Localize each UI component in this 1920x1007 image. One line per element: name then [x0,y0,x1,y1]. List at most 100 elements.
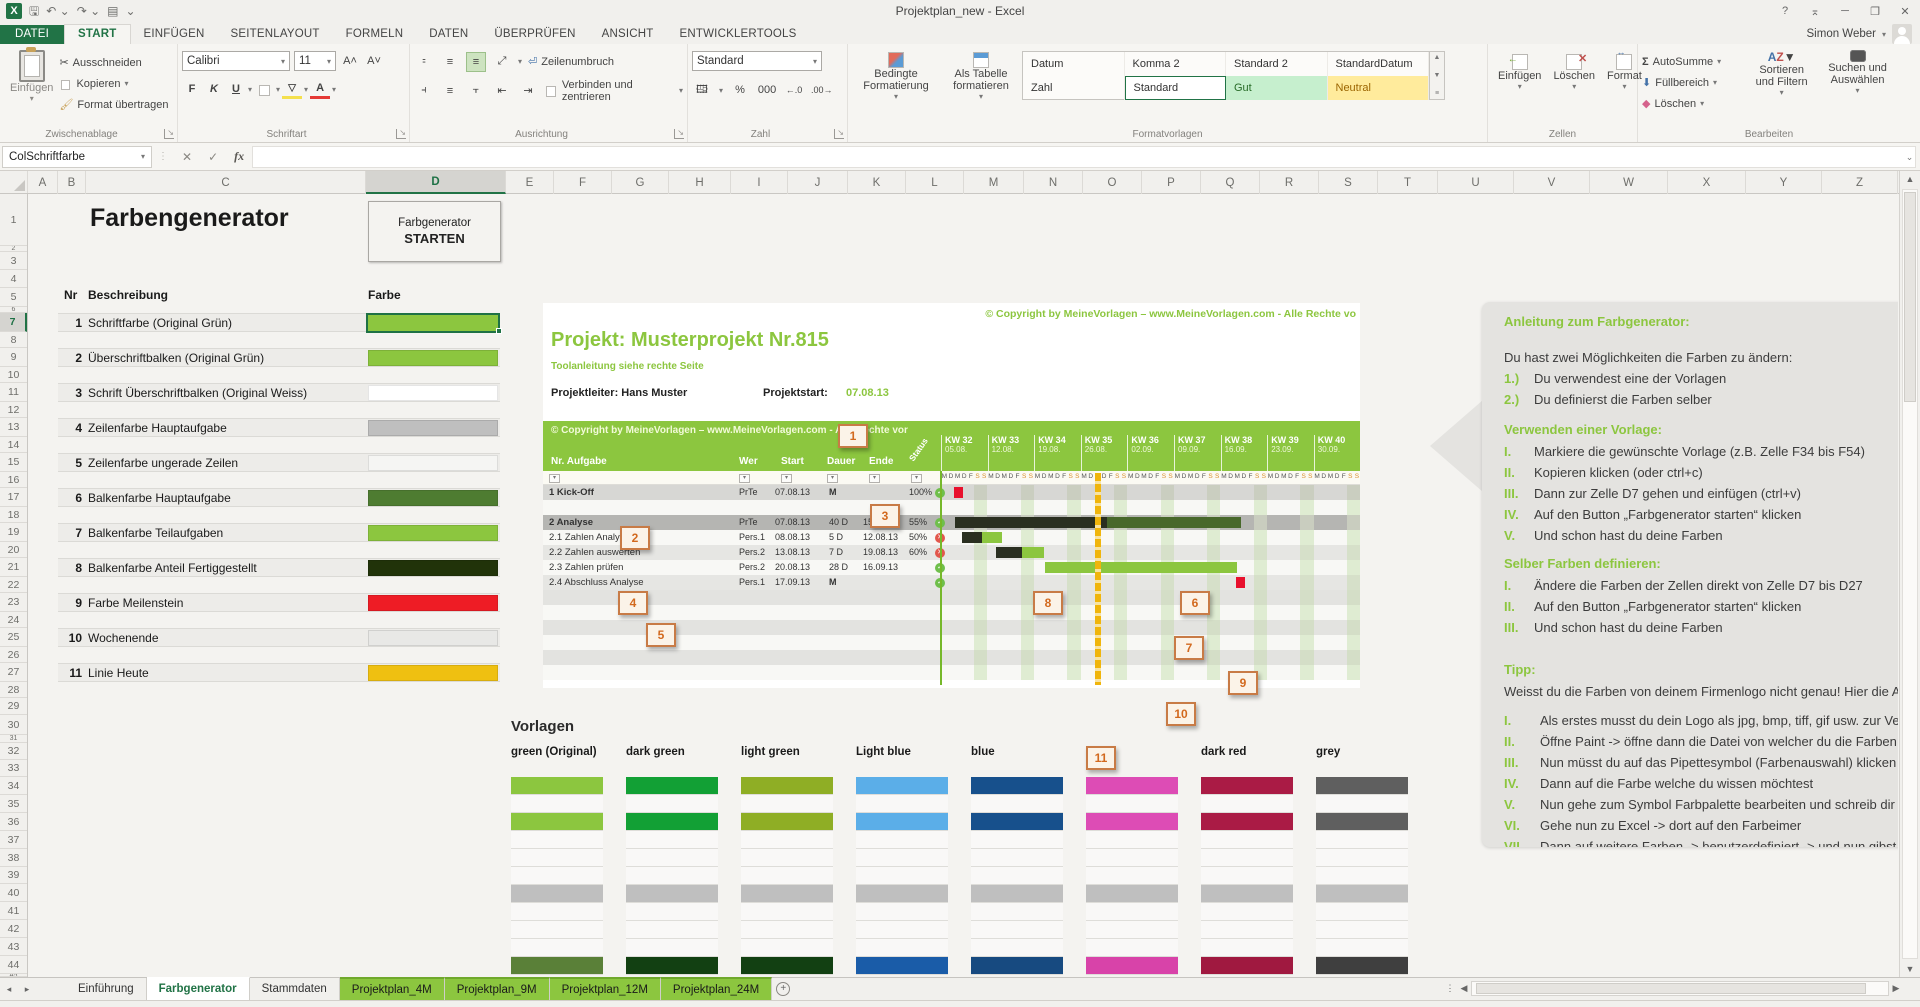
tab-scroll-right-icon[interactable]: ▸ [18,978,36,1000]
cell-style-neutral[interactable]: Neutral [1328,76,1430,100]
vorlage-swatch[interactable] [511,849,603,867]
sheet-tab-farbgenerator[interactable]: Farbgenerator [147,977,250,1000]
vorlage-swatch[interactable] [971,795,1063,813]
row-header-8[interactable]: 8 [0,332,27,348]
vorlage-swatch[interactable] [1316,867,1408,885]
vorlage-swatch[interactable] [1086,795,1178,813]
fill-color-button[interactable]: 🜄 [282,79,302,99]
row-header-16[interactable]: 16 [0,472,27,488]
color-swatch-cell[interactable] [368,315,498,331]
ribbon-display-button[interactable]: ⌅ [1800,0,1830,22]
vorlage-swatch[interactable] [1316,777,1408,795]
vorlage-swatch[interactable] [1316,795,1408,813]
row-header-26[interactable]: 26 [0,647,27,663]
ribbon-tab-formeln[interactable]: FORMELN [333,25,417,44]
row-header-12[interactable]: 12 [0,402,27,418]
vorlage-swatch[interactable] [511,957,603,975]
wrap-text-button[interactable]: ⏎Zeilenumbruch [528,51,614,72]
color-swatch-cell[interactable] [368,595,498,611]
sheet-tab-einführung[interactable]: Einführung [66,978,147,1000]
vorlage-swatch[interactable] [856,813,948,831]
vorlage-swatch[interactable] [741,939,833,957]
row-header-21[interactable]: 21 [0,558,27,577]
color-swatch-cell[interactable] [368,420,498,436]
insert-function-icon[interactable]: fx [226,149,252,164]
scroll-down-icon[interactable]: ▼ [1900,961,1920,977]
vorlage-swatch[interactable] [1086,903,1178,921]
filter-dropdown-icon[interactable]: ▾ [781,474,792,483]
confirm-entry-icon[interactable]: ✓ [200,150,226,164]
name-box[interactable]: ColSchriftfarbe▾ [2,146,152,168]
row-header-41[interactable]: 41 [0,902,27,920]
vorlage-swatch[interactable] [626,777,718,795]
vorlage-swatch[interactable] [1086,921,1178,939]
vorlage-swatch[interactable] [856,777,948,795]
column-header-L[interactable]: L [906,171,964,194]
font-color-button[interactable]: A [310,79,330,99]
ribbon-tab-datei[interactable]: DATEI [0,25,64,44]
vorlage-swatch[interactable] [511,939,603,957]
ribbon-tab-entwicklertools[interactable]: ENTWICKLERTOOLS [667,25,810,44]
sheet-tab-projektplan_24m[interactable]: Projektplan_24M [661,977,772,1000]
sort-filter-button[interactable]: AZ▼ Sortieren und Filtern▾ [1744,48,1819,114]
row-header-38[interactable]: 38 [0,849,27,867]
ribbon-tab-start[interactable]: START [64,24,130,44]
row-header-44[interactable]: 44 [0,956,27,974]
color-swatch-cell[interactable] [368,665,498,681]
column-header-C[interactable]: C [86,171,366,194]
align-top-icon[interactable]: ⹀ [414,52,434,72]
ribbon-tab-ansicht[interactable]: ANSICHT [589,25,667,44]
vorlage-swatch[interactable] [1316,939,1408,957]
minimize-button[interactable]: ─ [1830,0,1860,22]
row-header-30[interactable]: 30 [0,715,27,735]
vorlage-swatch[interactable] [1086,867,1178,885]
filter-dropdown-icon[interactable]: ▾ [911,474,922,483]
vorlage-swatch[interactable] [741,795,833,813]
align-left-icon[interactable]: ⫞ [414,81,434,101]
decrease-decimal-icon[interactable]: .00→ [811,80,833,100]
formula-bar-expand-icon[interactable]: ⌄ [1899,146,1920,168]
sheet-tab-projektplan_9m[interactable]: Projektplan_9M [445,977,550,1000]
column-header-K[interactable]: K [848,171,906,194]
borders-button[interactable] [254,79,274,99]
row-header-5[interactable]: 5 [0,288,27,307]
vorlage-swatch[interactable] [1201,867,1293,885]
vorlage-swatch[interactable] [626,939,718,957]
comma-style-icon[interactable]: 000 [757,80,777,100]
ribbon-tab-überprüfen[interactable]: ÜBERPRÜFEN [481,25,588,44]
column-header-F[interactable]: F [554,171,612,194]
color-swatch-cell[interactable] [368,630,498,646]
row-header-39[interactable]: 39 [0,867,27,884]
vorlage-swatch[interactable] [626,885,718,903]
vorlage-swatch[interactable] [626,957,718,975]
row-header-15[interactable]: 15 [0,453,27,472]
column-header-X[interactable]: X [1668,171,1746,194]
find-select-button[interactable]: Suchen und Auswählen▾ [1819,48,1896,114]
column-header-W[interactable]: W [1590,171,1668,194]
restore-button[interactable]: ❐ [1860,0,1890,22]
row-header-25[interactable]: 25 [0,628,27,647]
row-header-7[interactable]: 7 [0,313,27,332]
vorlage-swatch[interactable] [856,921,948,939]
row-header-19[interactable]: 19 [0,523,27,542]
dialog-launcher-icon[interactable]: ↘ [396,129,406,139]
account-widget[interactable]: Simon Weber ▾ [1807,24,1912,44]
vorlage-swatch[interactable] [1086,849,1178,867]
close-button[interactable]: ✕ [1890,0,1920,22]
vorlage-swatch[interactable] [511,795,603,813]
vorlage-swatch[interactable] [1316,849,1408,867]
sheet-tab-projektplan_12m[interactable]: Projektplan_12M [550,977,661,1000]
vorlage-swatch[interactable] [971,921,1063,939]
vorlage-swatch[interactable] [1201,921,1293,939]
vorlage-swatch[interactable] [511,885,603,903]
filter-dropdown-icon[interactable]: ▾ [869,474,880,483]
increase-indent-icon[interactable]: ⇥ [518,81,538,101]
row-header-28[interactable]: 28 [0,682,27,698]
vorlage-swatch[interactable] [741,849,833,867]
vorlage-swatch[interactable] [741,885,833,903]
vorlage-swatch[interactable] [1201,849,1293,867]
clear-button[interactable]: ◆Löschen▾ [1642,93,1744,114]
number-format-combo[interactable]: Standard▾ [692,51,822,71]
column-header-P[interactable]: P [1142,171,1201,194]
row-header-9[interactable]: 9 [0,348,27,367]
